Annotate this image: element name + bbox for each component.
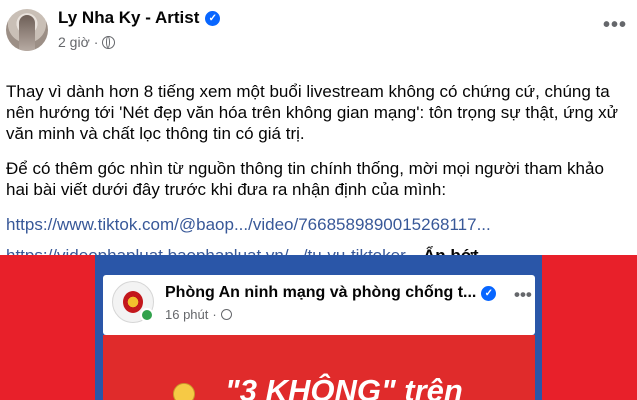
- thinking-face-icon: [173, 383, 195, 400]
- verified-badge-icon: ✓: [205, 10, 221, 26]
- shared-image[interactable]: Phòng An ninh mạng và phòng chống t... ✓…: [0, 255, 637, 400]
- separator-dot: ·: [212, 307, 217, 322]
- post-link-tiktok[interactable]: https://www.tiktok.com/@baop.../video/76…: [6, 214, 630, 235]
- page-avatar: [112, 281, 154, 323]
- globe-icon: [102, 35, 116, 49]
- page-name-row: Phòng An ninh mạng và phòng chống t... ✓: [165, 284, 497, 302]
- post-paragraph-2: Để có thêm góc nhìn từ nguồn thông tin c…: [6, 159, 604, 199]
- author-avatar[interactable]: [6, 9, 48, 51]
- more-options-button[interactable]: •••: [603, 14, 627, 37]
- post-paragraph-1: Thay vì dành hơn 8 tiếng xem một buổi li…: [6, 82, 619, 143]
- post-body: Thay vì dành hơn 8 tiếng xem một buổi li…: [6, 81, 630, 266]
- post-header: Ly Nha Ky - Artist ✓ 2 giờ · •••: [0, 0, 637, 58]
- police-emblem-icon: [123, 291, 143, 313]
- post-time[interactable]: 2 giờ: [58, 34, 90, 50]
- shared-post-time: 16 phút: [165, 307, 209, 322]
- banner-headline: "3 KHÔNG" trên: [225, 373, 463, 400]
- post-meta: 2 giờ ·: [58, 34, 116, 50]
- page-name: Phòng An ninh mạng và phòng chống t...: [165, 284, 477, 301]
- page-verified-badge-icon: ✓: [481, 285, 497, 301]
- separator-dot: ·: [93, 34, 99, 50]
- shared-post-banner: "3 KHÔNG" trên: [103, 335, 535, 400]
- online-status-icon: [140, 308, 154, 322]
- shared-more-icon: •••: [514, 285, 532, 304]
- shared-post-header: Phòng An ninh mạng và phòng chống t... ✓…: [103, 275, 535, 335]
- globe-icon: [220, 309, 232, 320]
- shared-post-meta: 16 phút ·: [165, 307, 232, 322]
- shared-post-card: Phòng An ninh mạng và phòng chống t... ✓…: [95, 255, 542, 400]
- author-name[interactable]: Ly Nha Ky - Artist: [58, 8, 199, 28]
- avatar-figure: [19, 15, 35, 51]
- author-row: Ly Nha Ky - Artist ✓: [58, 8, 221, 28]
